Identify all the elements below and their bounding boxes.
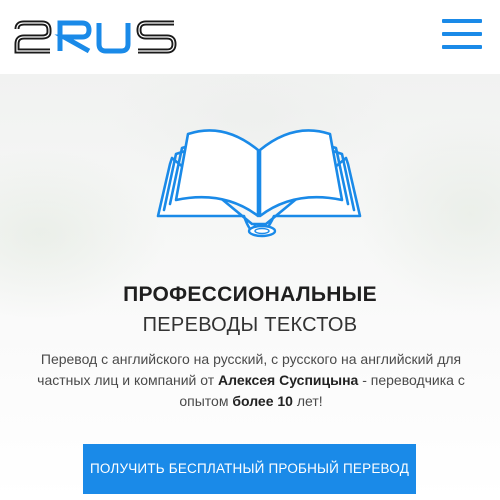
open-book-icon bbox=[154, 120, 364, 246]
hamburger-menu-icon[interactable] bbox=[442, 19, 482, 49]
description-text: лет! bbox=[292, 393, 323, 409]
hamburger-line bbox=[442, 45, 482, 49]
hero-title-light: ПЕРЕВОДЫ ТЕКСТОВ bbox=[142, 314, 358, 336]
free-trial-translation-button[interactable]: ПОЛУЧИТЬ БЕСПЛАТНЫЙ ПРОБНЫЙ ПЕРЕВОД bbox=[83, 444, 416, 494]
hamburger-line bbox=[442, 32, 482, 36]
hero-description: Перевод с английского на русский, с русс… bbox=[28, 349, 474, 412]
site-header bbox=[0, 0, 500, 74]
hero-title-bold: ПРОФЕССИОНАЛЬНЫЕ bbox=[123, 283, 377, 306]
hamburger-line bbox=[442, 19, 482, 23]
translator-name: Алексея Суспицына bbox=[218, 372, 359, 388]
logo-2rus-icon bbox=[14, 20, 177, 54]
experience-years: более 10 bbox=[232, 393, 293, 409]
page: ПРОФЕССИОНАЛЬНЫЕ ПЕРЕВОДЫ ТЕКСТОВ Перево… bbox=[0, 0, 500, 500]
site-logo[interactable] bbox=[14, 20, 178, 54]
